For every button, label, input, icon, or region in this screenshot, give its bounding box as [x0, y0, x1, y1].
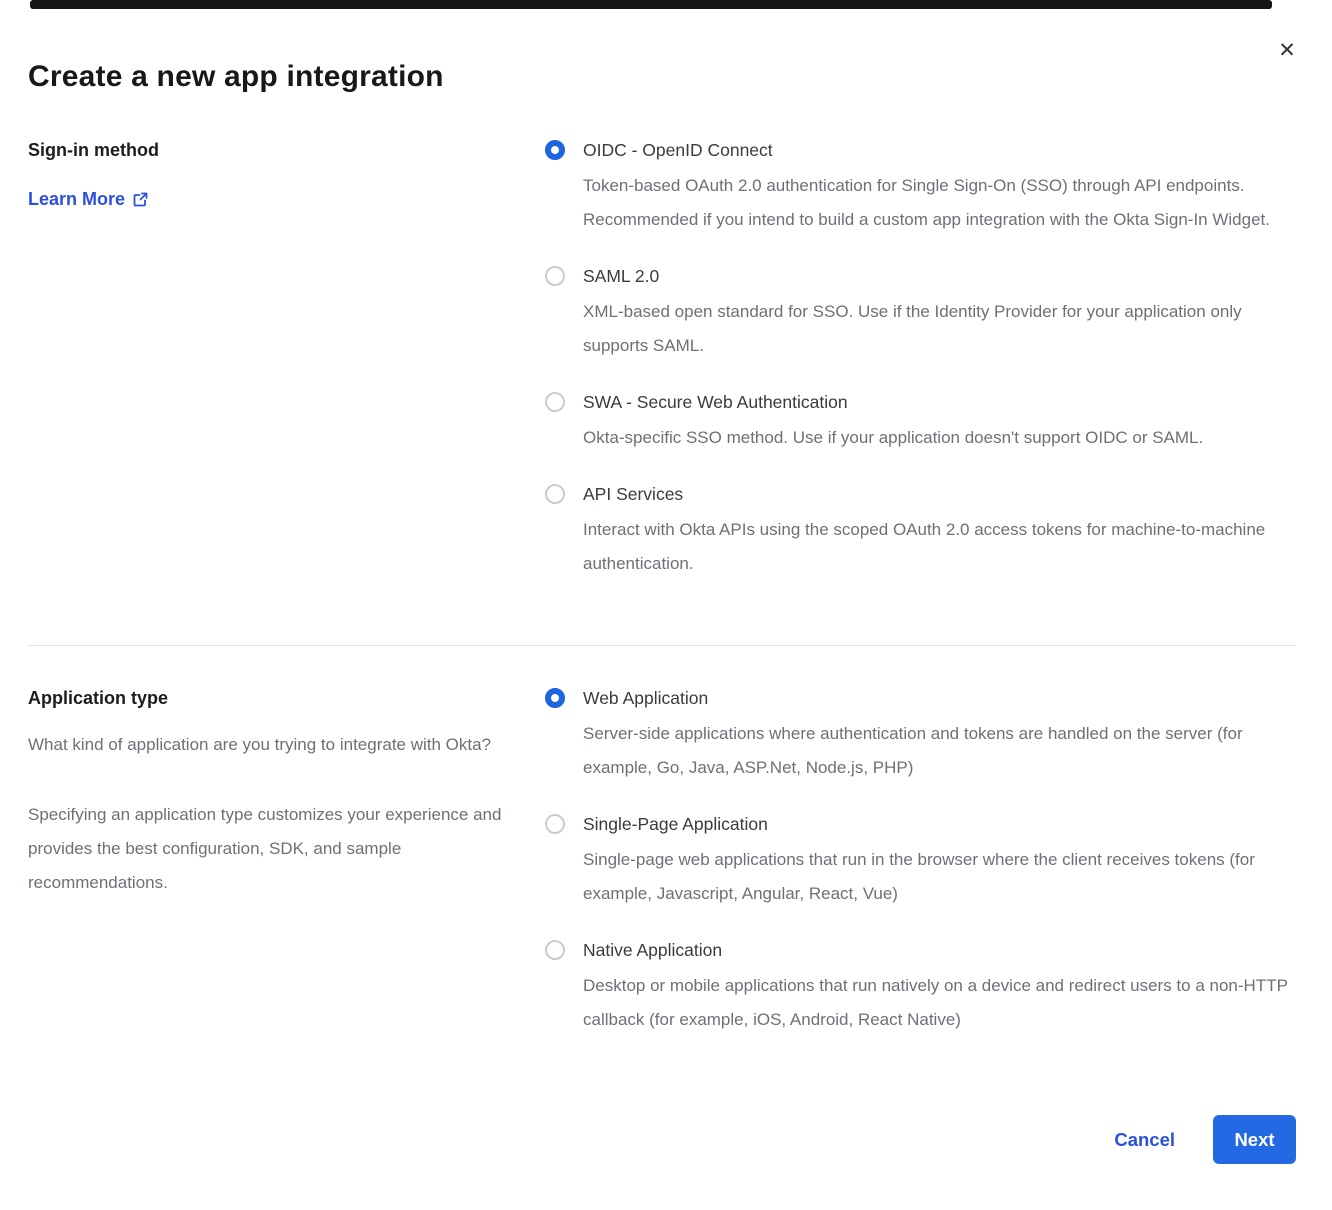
application-type-section: Application type What kind of applicatio…: [28, 686, 1296, 1037]
sign-in-method-left-column: Sign-in method Learn More: [28, 138, 545, 210]
option-api-services: API Services Interact with Okta APIs usi…: [545, 482, 1296, 581]
option-saml: SAML 2.0 XML-based open standard for SSO…: [545, 264, 1296, 363]
application-type-intro-2: Specifying an application type customize…: [28, 798, 508, 900]
option-single-page-application-description: Single-page web applications that run in…: [583, 843, 1296, 911]
radio-oidc[interactable]: [545, 140, 565, 160]
cancel-button[interactable]: Cancel: [1114, 1129, 1175, 1151]
application-type-options: Web Application Server-side applications…: [545, 686, 1296, 1037]
radio-web-application[interactable]: [545, 688, 565, 708]
section-divider: [28, 645, 1296, 646]
option-swa-title: SWA - Secure Web Authentication: [583, 390, 1203, 414]
option-api-services-description: Interact with Okta APIs using the scoped…: [583, 513, 1296, 581]
modal-footer: Cancel Next: [1114, 1115, 1296, 1164]
option-web-application-description: Server-side applications where authentic…: [583, 717, 1296, 785]
learn-more-link[interactable]: Learn More: [28, 188, 148, 210]
option-single-page-application: Single-Page Application Single-page web …: [545, 812, 1296, 911]
option-api-services-title: API Services: [583, 482, 1296, 506]
radio-saml[interactable]: [545, 266, 565, 286]
learn-more-label: Learn More: [28, 188, 125, 210]
page-title: Create a new app integration: [28, 0, 1296, 94]
option-saml-description: XML-based open standard for SSO. Use if …: [583, 295, 1296, 363]
radio-native-application[interactable]: [545, 940, 565, 960]
close-icon[interactable]: ✕: [1274, 38, 1300, 64]
option-swa: SWA - Secure Web Authentication Okta-spe…: [545, 390, 1296, 455]
option-single-page-application-title: Single-Page Application: [583, 812, 1296, 836]
window-edge-bar: [30, 0, 1272, 9]
radio-swa[interactable]: [545, 392, 565, 412]
option-swa-description: Okta-specific SSO method. Use if your ap…: [583, 421, 1203, 455]
radio-single-page-application[interactable]: [545, 814, 565, 834]
option-oidc-title: OIDC - OpenID Connect: [583, 138, 1296, 162]
option-saml-title: SAML 2.0: [583, 264, 1296, 288]
sign-in-method-label: Sign-in method: [28, 138, 515, 162]
next-button[interactable]: Next: [1213, 1115, 1296, 1164]
application-type-intro-1: What kind of application are you trying …: [28, 728, 508, 762]
radio-api-services[interactable]: [545, 484, 565, 504]
option-native-application-description: Desktop or mobile applications that run …: [583, 969, 1296, 1037]
sign-in-method-options: OIDC - OpenID Connect Token-based OAuth …: [545, 138, 1296, 581]
external-link-icon: [133, 192, 148, 207]
option-oidc: OIDC - OpenID Connect Token-based OAuth …: [545, 138, 1296, 237]
option-oidc-description: Token-based OAuth 2.0 authentication for…: [583, 169, 1296, 237]
option-native-application: Native Application Desktop or mobile app…: [545, 938, 1296, 1037]
sign-in-method-section: Sign-in method Learn More OIDC - OpenID …: [28, 138, 1296, 581]
application-type-left-column: Application type What kind of applicatio…: [28, 686, 545, 900]
option-web-application-title: Web Application: [583, 686, 1296, 710]
option-native-application-title: Native Application: [583, 938, 1296, 962]
application-type-label: Application type: [28, 686, 515, 710]
create-app-integration-modal: ✕ Create a new app integration Sign-in m…: [0, 0, 1332, 1210]
option-web-application: Web Application Server-side applications…: [545, 686, 1296, 785]
